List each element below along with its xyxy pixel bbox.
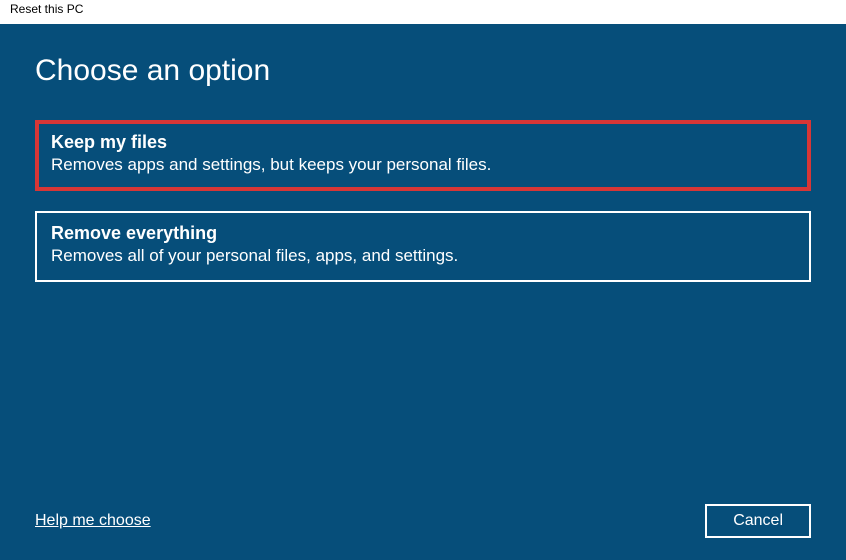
option-description: Removes all of your personal files, apps… xyxy=(51,246,795,266)
option-title: Remove everything xyxy=(51,223,795,244)
reset-pc-dialog: Choose an option Keep my files Removes a… xyxy=(0,24,846,560)
dialog-footer: Help me choose Cancel xyxy=(35,504,811,538)
help-me-choose-link[interactable]: Help me choose xyxy=(35,512,151,530)
option-title: Keep my files xyxy=(51,132,795,153)
option-keep-my-files[interactable]: Keep my files Removes apps and settings,… xyxy=(35,120,811,191)
option-remove-everything[interactable]: Remove everything Removes all of your pe… xyxy=(35,211,811,282)
window-title: Reset this PC xyxy=(0,0,846,24)
cancel-button[interactable]: Cancel xyxy=(705,504,811,538)
page-title: Choose an option xyxy=(35,54,811,88)
option-description: Removes apps and settings, but keeps you… xyxy=(51,155,795,175)
